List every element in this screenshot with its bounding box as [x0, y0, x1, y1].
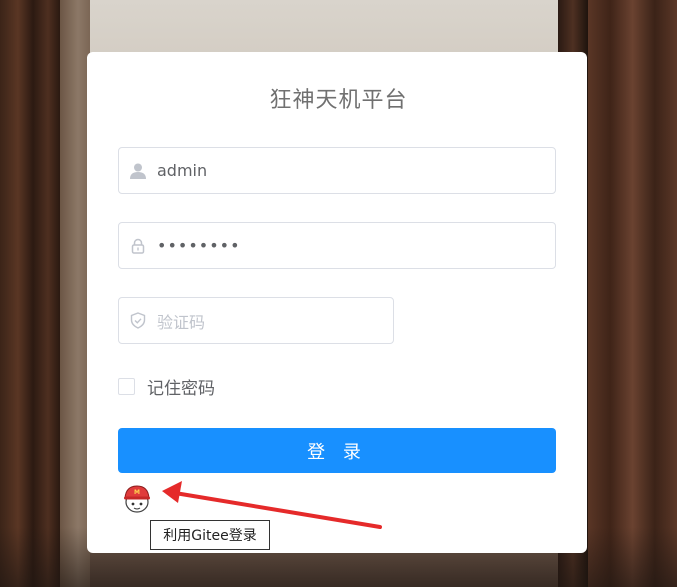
gitee-avatar-icon[interactable]: M [121, 483, 153, 513]
captcha-placeholder: 验证码 [157, 312, 206, 332]
username-input[interactable]: admin [118, 147, 556, 194]
remember-password[interactable]: 记住密码 [118, 374, 215, 399]
login-button[interactable]: 登 录 [118, 428, 556, 473]
password-input[interactable]: •••••••• [118, 222, 556, 269]
svg-text:M: M [134, 489, 140, 496]
page-title: 狂神天机平台 [269, 88, 408, 113]
user-icon [119, 162, 157, 180]
gitee-login-tooltip: 利用Gitee登录 [150, 520, 270, 550]
password-value: •••••••• [157, 236, 241, 255]
lock-icon [119, 238, 157, 254]
captcha-input[interactable]: 验证码 [118, 297, 394, 344]
username-value: admin [157, 161, 208, 180]
remember-label: 记住密码 [147, 379, 215, 399]
remember-checkbox[interactable] [118, 378, 135, 395]
shield-icon [119, 312, 157, 329]
